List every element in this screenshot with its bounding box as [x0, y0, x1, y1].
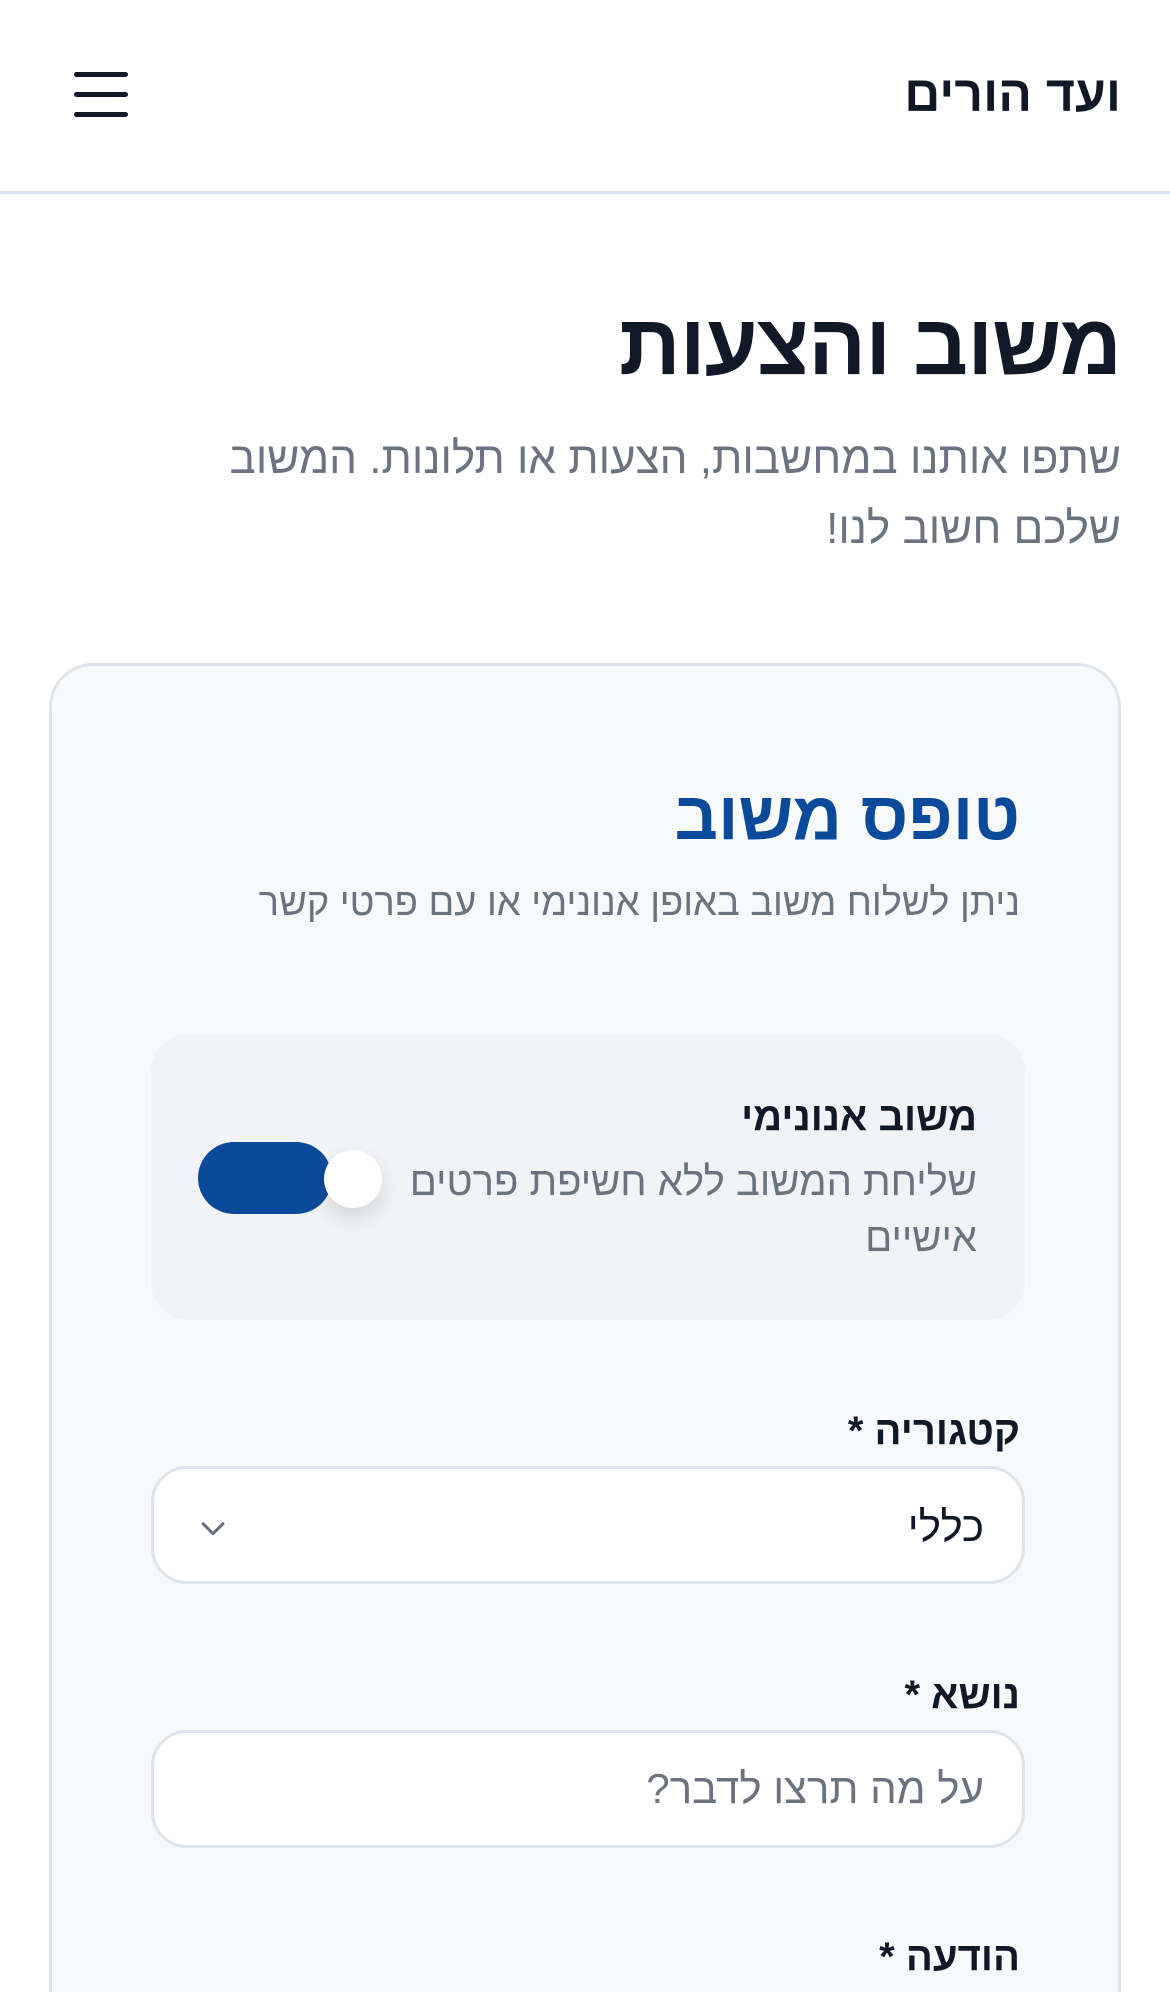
- category-select[interactable]: כללי: [151, 1466, 1025, 1584]
- page: ועד הורים משוב והצעות שתפו אותנו במחשבות…: [0, 0, 1170, 1992]
- form-title: טופס משוב: [674, 778, 1020, 854]
- anonymous-feedback-option: משוב אנונימי שליחת המשוב ללא חשיפת פרטים…: [151, 1034, 1025, 1320]
- subject-label: נושא *: [904, 1673, 1021, 1717]
- menu-line: [74, 111, 128, 117]
- message-label: הודעה *: [879, 1935, 1020, 1979]
- category-selected-value: כללי: [907, 1503, 984, 1550]
- toggle-knob: [324, 1150, 382, 1208]
- top-header: ועד הורים: [0, 0, 1170, 194]
- page-title: משוב והצעות: [618, 297, 1122, 393]
- anonymous-description: שליחת המשוב ללא חשיפת פרטים אישיים: [409, 1160, 977, 1260]
- feedback-form-card: טופס משוב ניתן לשלוח משוב באופן אנונימי …: [49, 663, 1121, 1992]
- chevron-down-icon: [201, 1522, 225, 1536]
- form-subtitle: ניתן לשלוח משוב באופן אנונימי או עם פרטי…: [258, 882, 1020, 924]
- menu-line: [74, 71, 128, 77]
- subject-input[interactable]: [154, 1733, 1022, 1845]
- hamburger-menu-icon[interactable]: [68, 64, 128, 124]
- subject-field: [151, 1730, 1025, 1848]
- anonymous-toggle[interactable]: [198, 1142, 382, 1214]
- menu-line: [74, 91, 128, 97]
- page-subtitle: שתפו אותנו במחשבות, הצעות או תלונות. המש…: [229, 434, 1122, 553]
- category-label: קטגוריה *: [847, 1409, 1020, 1453]
- brand-title[interactable]: ועד הורים: [904, 64, 1121, 124]
- anonymous-title: משוב אנונימי: [741, 1095, 977, 1139]
